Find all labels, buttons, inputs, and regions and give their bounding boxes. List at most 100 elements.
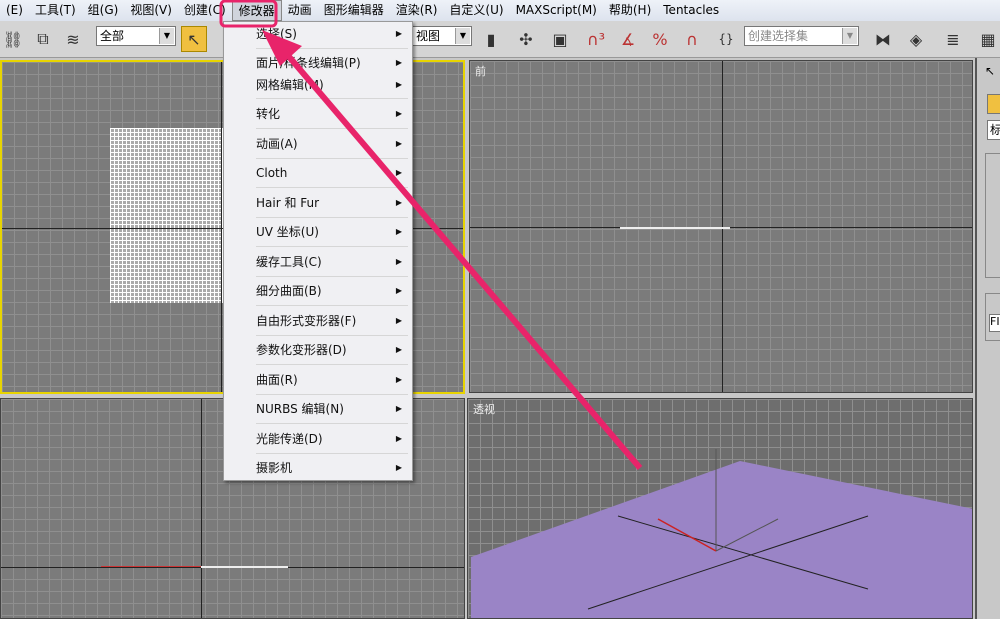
submenu-arrow-icon: ▶ [395,404,402,413]
menu-separator [256,335,408,336]
chevron-down-icon: ▼ [842,28,857,44]
menu-item-label: 细分曲面(B) [256,284,322,298]
menu-1[interactable]: 工具(T) [29,0,82,21]
menu-8[interactable]: 渲染(R) [390,0,444,21]
modifier-menu-item[interactable]: 网格编辑(M) ▶ [256,74,408,96]
menu-separator [256,246,408,247]
menu-item-label: 网格编辑(M) [256,78,324,92]
align-icon[interactable]: ◈ [903,26,929,52]
menu-item-label: Hair 和 Fur [256,196,320,210]
submenu-arrow-icon: ▶ [395,29,402,38]
modifier-menu-item[interactable]: Hair 和 Fur ▶ [256,192,408,214]
menu-3[interactable]: 视图(V) [124,0,178,21]
edit-named-selection-icon[interactable]: {} [713,26,739,52]
submenu-arrow-icon: ▶ [395,316,402,325]
menu-separator [256,305,408,306]
plane-object[interactable] [110,128,225,303]
cursor-icon: ↖ [985,64,996,78]
menu-6[interactable]: 动画 [282,0,318,21]
menu-separator [256,187,408,188]
menu-item-label: 缓存工具(C) [256,255,322,269]
named-selection-input[interactable]: 创建选择集 ▼ [744,26,859,46]
menu-2[interactable]: 组(G) [82,0,125,21]
submenu-arrow-icon: ▶ [395,227,402,236]
viewport-icon[interactable]: ▣ [547,26,573,52]
menu-item-label: 选择(S) [256,27,297,41]
menu-10[interactable]: MAXScript(M) [510,0,603,21]
angle-snap-icon[interactable]: ∡ [615,26,641,52]
modifier-menu-item[interactable]: 面片/样条线编辑(P) ▶ [256,52,408,74]
snap-3-icon[interactable]: ∩³ [583,26,609,52]
menu-item-label: NURBS 编辑(N) [256,402,344,416]
perspective-scene [471,449,972,618]
menu-4[interactable]: 创建(C) [178,0,232,21]
plane-edge [620,227,730,229]
object-type-dropdown[interactable]: 标 [987,120,1000,140]
menu-item-label: 参数化变形器(D) [256,343,347,357]
reference-coordinate-dropdown[interactable]: 视图 ▼ [412,26,472,46]
submenu-arrow-icon: ▶ [395,109,402,118]
modifier-menu-item[interactable]: 转化 ▶ [256,103,408,125]
menu-item-label: 曲面(R) [256,373,298,387]
selection-filter-dropdown[interactable]: 全部 ▼ [96,26,176,46]
geometry-icon[interactable] [987,94,1000,114]
modifier-menu-item[interactable]: 选择(S) ▶ [256,23,408,45]
layers-icon[interactable]: ≣ [940,26,966,52]
link-icon[interactable]: ⛓ [0,26,26,52]
modifier-menu-item[interactable]: 细分曲面(B) ▶ [256,280,408,302]
spinner-snap-icon[interactable]: ∩ [679,26,705,52]
menu-11[interactable]: 帮助(H) [603,0,657,21]
viewport-front[interactable]: 前 [469,60,973,393]
menu-item-label: Cloth [256,166,288,180]
mirror-icon[interactable]: ⧓ [870,26,896,52]
menu-9[interactable]: 自定义(U) [443,0,509,21]
menu-12[interactable]: Tentacles [657,0,725,21]
submenu-arrow-icon: ▶ [395,198,402,207]
submenu-arrow-icon: ▶ [395,463,402,472]
modifier-menu-item[interactable]: 缓存工具(C) ▶ [256,251,408,273]
menu-item-label: 面片/样条线编辑(P) [256,56,361,70]
modifier-menu-item[interactable]: 参数化变形器(D) ▶ [256,339,408,361]
modifier-menu-item[interactable]: NURBS 编辑(N) ▶ [256,398,408,420]
menu-separator [256,128,408,129]
menu-separator [256,217,408,218]
submenu-arrow-icon: ▶ [395,80,402,89]
modifier-menu-item[interactable]: 动画(A) ▶ [256,133,408,155]
menu-separator [256,364,408,365]
submenu-arrow-icon: ▶ [395,434,402,443]
menu-item-label: 动画(A) [256,137,298,151]
select-icon[interactable]: ↖ [181,26,207,52]
submenu-arrow-icon: ▶ [395,168,402,177]
name-field[interactable]: FI [989,314,1000,332]
submenu-arrow-icon: ▶ [395,345,402,354]
menu-separator [256,98,408,99]
schematic-icon[interactable]: ▦ [975,26,1000,52]
command-panel: ↖ 标 FI [975,58,1000,619]
menu-separator [256,423,408,424]
modifier-menu-item[interactable]: 光能传递(D) ▶ [256,428,408,450]
menu-5[interactable]: 修改器 [231,0,282,21]
menu-item-label: 光能传递(D) [256,432,323,446]
chevron-down-icon: ▼ [455,28,470,44]
modifier-menu-item[interactable]: 自由形式变形器(F) ▶ [256,310,408,332]
modifier-menu: 选择(S) ▶ 面片/样条线编辑(P) ▶ 网格编辑(M) ▶ 转化 ▶ 动画(A) ▶ Cloth… [223,21,413,481]
modifier-menu-item[interactable]: UV 坐标(U) ▶ [256,221,408,243]
chevron-down-icon: ▼ [159,28,174,44]
bind-space-warp-icon[interactable]: ≋ [60,26,86,52]
modifier-menu-item[interactable]: 曲面(R) ▶ [256,369,408,391]
menu-separator [256,48,408,49]
pivot-icon[interactable]: ▮ [478,26,504,52]
menu-0[interactable]: (E) [0,0,29,21]
move-icon[interactable]: ✣ [513,26,539,52]
modifier-menu-item[interactable]: Cloth ▶ [256,162,408,184]
submenu-arrow-icon: ▶ [395,257,402,266]
main-toolbar: ⛓ ⧉ ≋ 全部 ▼ ↖ 视图 ▼ ▮ ✣ ▣ ∩³ ∡ % ∩ {} 创建选择集 ▼… [0,21,1000,58]
submenu-arrow-icon: ▶ [395,58,402,67]
plane-object [471,461,972,618]
percent-snap-icon[interactable]: % [647,26,673,52]
modifier-menu-item[interactable]: 摄影机 ▶ [256,457,408,479]
menu-7[interactable]: 图形编辑器 [318,0,390,21]
submenu-arrow-icon: ▶ [395,139,402,148]
unlink-icon[interactable]: ⧉ [30,26,56,52]
viewport-perspective[interactable]: 透视 [467,398,973,619]
